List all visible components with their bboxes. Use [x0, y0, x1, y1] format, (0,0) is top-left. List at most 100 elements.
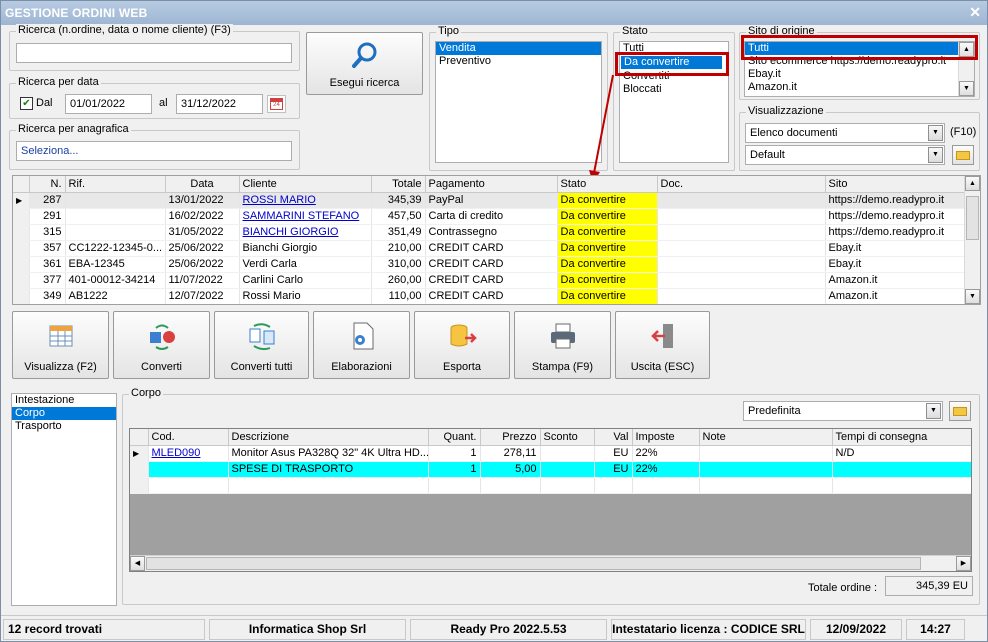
- section-item-intestazione[interactable]: Intestazione: [12, 394, 116, 407]
- column-header-doc[interactable]: Doc.: [657, 176, 826, 193]
- tipo-item-vendita[interactable]: Vendita: [436, 42, 601, 55]
- corpo-layout-select[interactable]: Predefinita ▼: [743, 401, 943, 421]
- column-header-n[interactable]: N.: [29, 176, 66, 193]
- converti-button[interactable]: Converti: [113, 311, 210, 379]
- table-row[interactable]: 291 16/02/2022 SAMMARINI STEFANO 457,50 …: [13, 208, 966, 225]
- item-code-link[interactable]: MLED090: [148, 445, 229, 462]
- sito-item-amazon[interactable]: Amazon.it: [745, 81, 974, 94]
- table-row[interactable]: 349 AB1222 12/07/2022 Rossi Mario 110,00…: [13, 288, 966, 304]
- empty-cell[interactable]: [594, 477, 633, 494]
- stampa-button[interactable]: Stampa (F9): [514, 311, 611, 379]
- scroll-down-icon[interactable]: ▼: [959, 81, 974, 96]
- table-row[interactable]: SPESE DI TRASPORTO 1 5,00 EU 22%: [130, 461, 971, 478]
- column-header-imposte[interactable]: Imposte: [632, 429, 700, 446]
- column-header-note[interactable]: Note: [699, 429, 833, 446]
- order-number: 349: [29, 288, 66, 304]
- date-to-input[interactable]: 31/12/2022: [176, 94, 263, 114]
- column-header-cod[interactable]: Cod.: [148, 429, 229, 446]
- order-customer-link[interactable]: BIANCHI GIORGIO: [239, 224, 372, 241]
- table-row-empty[interactable]: [130, 477, 971, 494]
- printer-icon: [550, 323, 575, 349]
- date-from-checkbox[interactable]: ✔: [20, 97, 33, 110]
- sito-item-ebay[interactable]: Ebay.it: [745, 68, 974, 81]
- status-bar: 12 record trovati Informatica Shop Srl R…: [1, 615, 987, 641]
- order-site: https://demo.readypro.it: [825, 208, 966, 225]
- table-row[interactable]: 377 401-00012-34214 11/07/2022 Carlini C…: [13, 272, 966, 289]
- section-item-trasporto[interactable]: Trasporto: [12, 420, 116, 433]
- esporta-button[interactable]: Esporta: [414, 311, 510, 379]
- column-header-val[interactable]: Val: [594, 429, 633, 446]
- empty-cell[interactable]: [480, 477, 541, 494]
- table-row[interactable]: ▶ 287 13/01/2022 ROSSI MARIO 345,39 PayP…: [13, 192, 966, 209]
- column-header-quant[interactable]: Quant.: [428, 429, 481, 446]
- section-item-corpo[interactable]: Corpo: [12, 407, 116, 420]
- column-header-totale[interactable]: Totale: [371, 176, 426, 193]
- column-header-prezzo[interactable]: Prezzo: [480, 429, 541, 446]
- execute-search-button[interactable]: Esegui ricerca: [306, 32, 423, 95]
- view-shortcut: (F10): [950, 126, 977, 138]
- column-header-stato[interactable]: Stato: [557, 176, 658, 193]
- elaborazioni-button[interactable]: Elaborazioni: [313, 311, 410, 379]
- column-header-data[interactable]: Data: [165, 176, 240, 193]
- orders-scrollbar[interactable]: ▲ ▼: [964, 176, 980, 304]
- order-date: 11/07/2022: [165, 272, 240, 289]
- converti-tutti-button[interactable]: Converti tutti: [214, 311, 309, 379]
- visualizza-button[interactable]: Visualizza (F2): [12, 311, 109, 379]
- row-indicator: [13, 240, 30, 257]
- folder-icon[interactable]: [949, 401, 971, 421]
- tipo-item-preventivo[interactable]: Preventivo: [436, 55, 601, 68]
- table-row[interactable]: 361 EBA-12345 25/06/2022 Verdi Carla 310…: [13, 256, 966, 273]
- column-header-sito[interactable]: Sito: [825, 176, 966, 193]
- table-row[interactable]: 357 CC1222-12345-0... 25/06/2022 Bianchi…: [13, 240, 966, 257]
- view-select-value: Elenco documenti: [750, 127, 838, 139]
- order-date: 25/06/2022: [165, 256, 240, 273]
- column-header-sconto[interactable]: Sconto: [540, 429, 595, 446]
- empty-cell[interactable]: [148, 477, 229, 494]
- search-legend: Ricerca (n.ordine, data o nome cliente) …: [16, 24, 233, 36]
- order-customer-link[interactable]: ROSSI MARIO: [239, 192, 372, 209]
- order-doc: [657, 224, 826, 241]
- order-number: 361: [29, 256, 66, 273]
- layout-select[interactable]: Default ▼: [745, 145, 945, 165]
- order-manager-window: GESTIONE ORDINI WEB ✕ Ricerca (n.ordine,…: [0, 0, 988, 642]
- empty-cell[interactable]: [428, 477, 481, 494]
- order-customer-link[interactable]: SAMMARINI STEFANO: [239, 208, 372, 225]
- folder-icon[interactable]: [952, 145, 974, 165]
- column-header-tempi[interactable]: Tempi di consegna: [832, 429, 971, 446]
- scroll-right-icon[interactable]: ▶: [956, 556, 971, 571]
- anagrafica-select[interactable]: Seleziona...: [16, 141, 292, 161]
- scroll-left-icon[interactable]: ◀: [130, 556, 145, 571]
- column-header-pagamento[interactable]: Pagamento: [425, 176, 558, 193]
- empty-cell[interactable]: [632, 477, 700, 494]
- uscita-button[interactable]: Uscita (ESC): [615, 311, 710, 379]
- date-to-label: al: [159, 97, 168, 109]
- empty-cell[interactable]: [540, 477, 595, 494]
- column-header-descrizione[interactable]: Descrizione: [228, 429, 429, 446]
- corpo-layout-value: Predefinita: [748, 405, 801, 417]
- item-currency: EU: [594, 445, 633, 462]
- empty-cell[interactable]: [832, 477, 971, 494]
- view-select[interactable]: Elenco documenti ▼: [745, 123, 945, 143]
- table-row[interactable]: ▶ MLED090 Monitor Asus PA328Q 32" 4K Ult…: [130, 445, 971, 462]
- table-row[interactable]: 315 31/05/2022 BIANCHI GIORGIO 351,49 Co…: [13, 224, 966, 241]
- order-payment: Carta di credito: [425, 208, 558, 225]
- item-price: 5,00: [480, 461, 541, 478]
- scroll-down-icon[interactable]: ▼: [965, 289, 980, 304]
- scroll-thumb[interactable]: [966, 196, 979, 240]
- chevron-down-icon: ▼: [926, 403, 941, 419]
- layout-select-value: Default: [750, 149, 785, 161]
- scroll-thumb[interactable]: [146, 557, 921, 570]
- empty-cell[interactable]: [699, 477, 833, 494]
- corpo-hscrollbar[interactable]: ◀ ▶: [130, 555, 971, 571]
- empty-cell[interactable]: [228, 477, 429, 494]
- column-header-rif[interactable]: Rif.: [65, 176, 166, 193]
- date-from-input[interactable]: 01/01/2022: [65, 94, 152, 114]
- calendar-icon[interactable]: 24: [267, 95, 286, 113]
- column-header-cliente[interactable]: Cliente: [239, 176, 372, 193]
- close-icon[interactable]: ✕: [969, 4, 981, 21]
- scroll-up-icon[interactable]: ▲: [965, 176, 980, 191]
- search-input[interactable]: [16, 43, 292, 63]
- order-number: 377: [29, 272, 66, 289]
- uscita-label: Uscita (ESC): [630, 361, 695, 373]
- stato-item-bloccati[interactable]: Bloccati: [620, 83, 728, 96]
